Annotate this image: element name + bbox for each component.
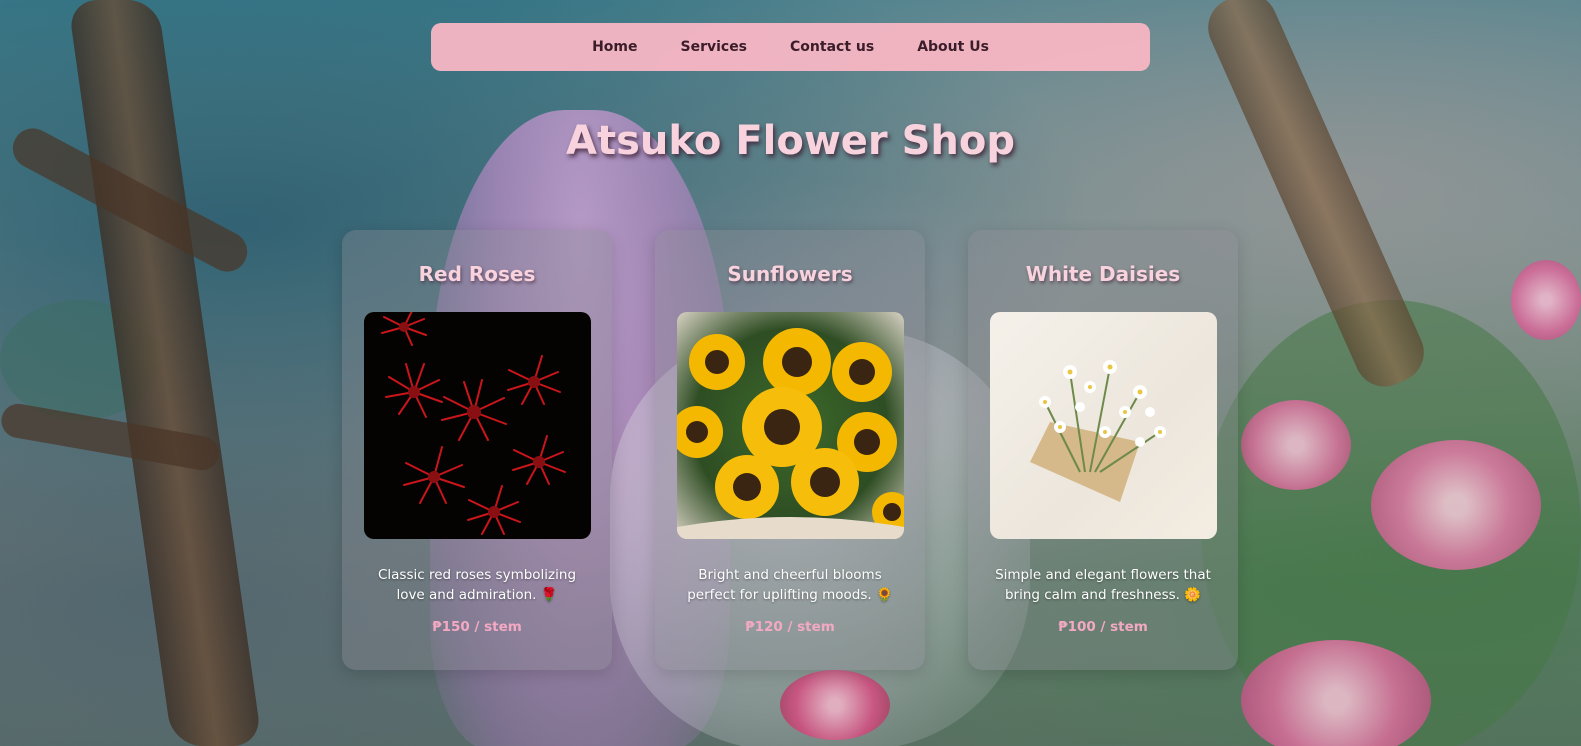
navbar: Home Services Contact us About Us: [431, 23, 1150, 71]
foliage: [0, 300, 160, 420]
foliage: [1201, 300, 1581, 746]
product-title: Red Roses: [418, 262, 536, 286]
pink-rose: [1241, 640, 1431, 746]
nav-contact-us[interactable]: Contact us: [790, 39, 874, 55]
product-price: ₱100 / stem: [1058, 619, 1148, 635]
sunflowers-photo: [676, 312, 904, 539]
product-description: Simple and elegant flowers that bring ca…: [995, 567, 1211, 603]
pink-rose: [780, 670, 890, 740]
product-card-red-roses[interactable]: Red Roses Classic red roses symbolizing …: [342, 230, 612, 670]
product-card-sunflowers[interactable]: Sunflowers Bright and cheerful blooms pe…: [655, 230, 925, 670]
nav-services[interactable]: Services: [680, 39, 747, 55]
pink-rose: [1511, 260, 1581, 340]
product-description: Bright and cheerful blooms perfect for u…: [687, 567, 893, 603]
red-flowers-photo: [363, 312, 591, 539]
page-title: Atsuko Flower Shop: [566, 118, 1015, 164]
product-description: Classic red roses symbolizing love and a…: [377, 567, 577, 603]
tree-trunk: [67, 0, 263, 746]
product-price: ₱120 / stem: [745, 619, 835, 635]
product-price: ₱150 / stem: [432, 619, 522, 635]
pink-rose: [1241, 400, 1351, 490]
daisies-photo: [989, 312, 1217, 539]
product-list: Red Roses Classic red roses symbolizing …: [342, 230, 1238, 670]
nav-about-us[interactable]: About Us: [917, 39, 989, 55]
pink-rose: [1371, 440, 1541, 570]
product-card-white-daisies[interactable]: White Daisies Simple and elegant flowers…: [968, 230, 1238, 670]
product-title: Sunflowers: [727, 262, 853, 286]
tree-branch: [0, 401, 222, 473]
nav-home[interactable]: Home: [592, 39, 637, 55]
product-title: White Daisies: [1025, 262, 1181, 286]
